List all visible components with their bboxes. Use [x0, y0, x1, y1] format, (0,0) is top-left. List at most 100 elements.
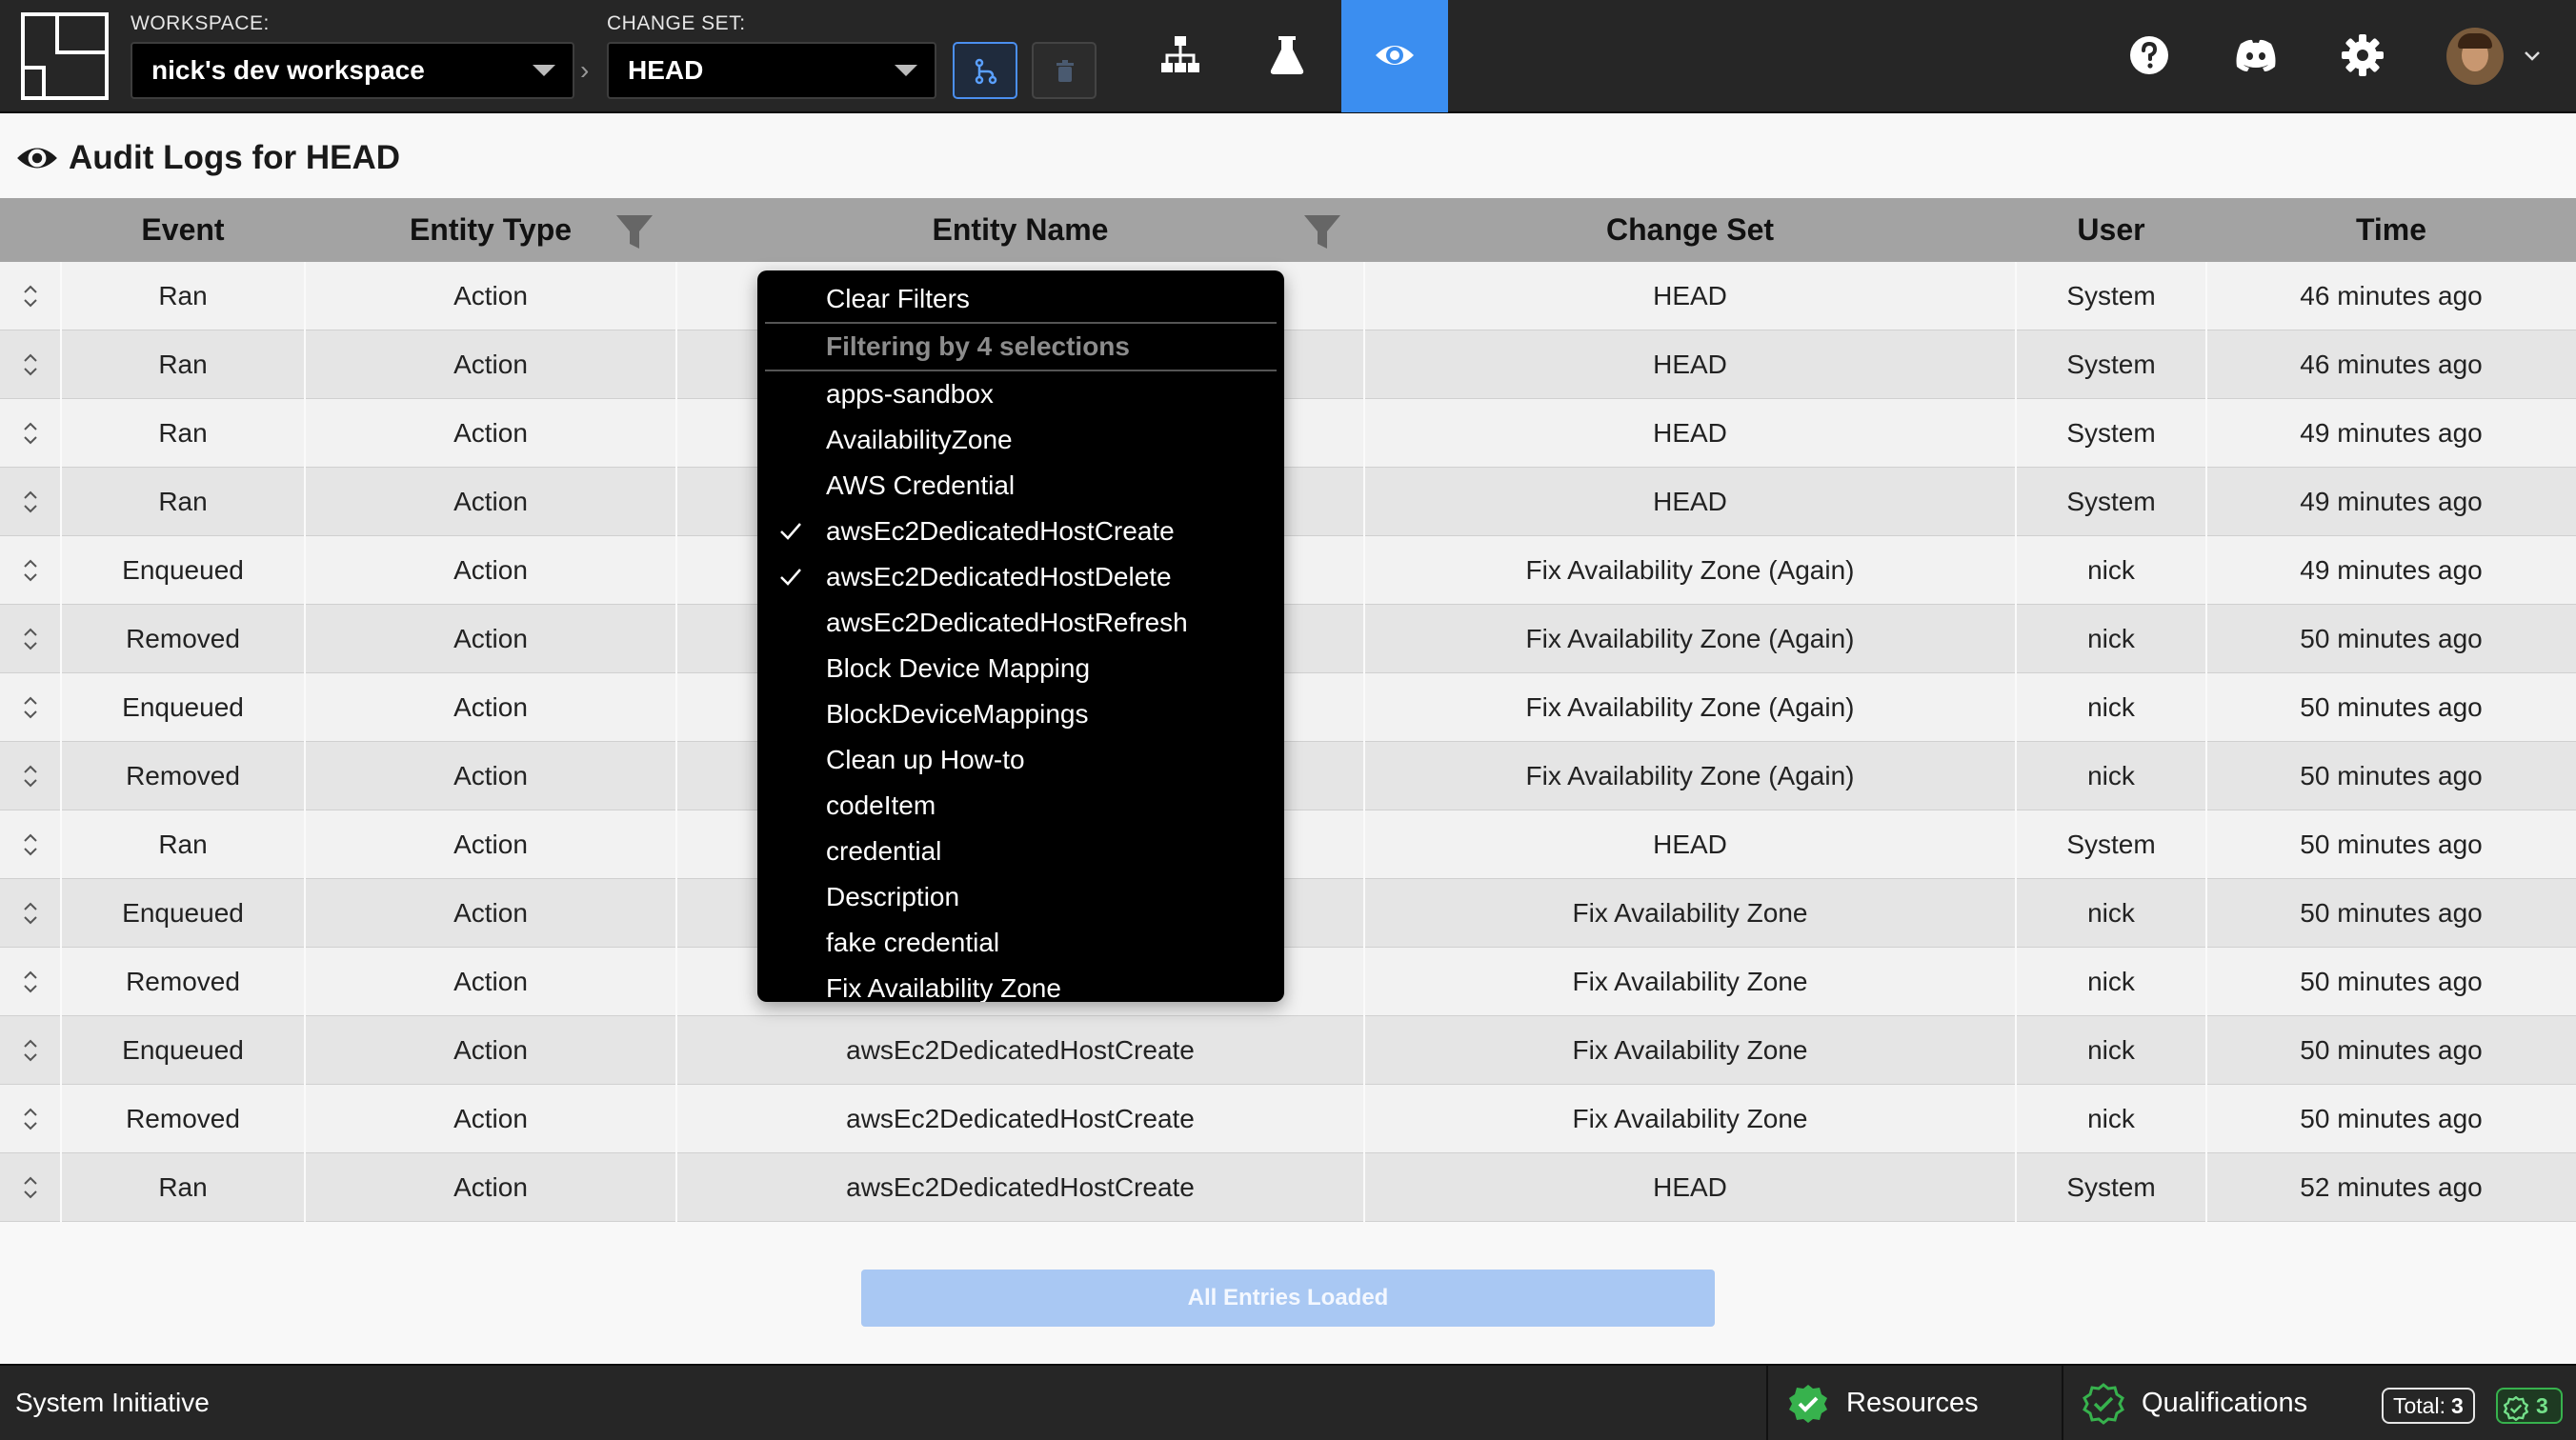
cell-time: 46 minutes ago	[2300, 350, 2483, 379]
cell-event: Enqueued	[122, 555, 244, 585]
cell-user: nick	[2087, 761, 2135, 790]
cell-user: System	[2066, 830, 2156, 859]
cell-entity-type: Action	[453, 624, 528, 653]
table-row[interactable]: Ran Action awsEc2DedicatedHostCreate HEAD Sy…	[0, 1153, 2576, 1222]
table-row[interactable]: Removed Action Fix Availability Zone nick 50…	[0, 948, 2576, 1016]
resources-label: Resources	[1846, 1388, 1979, 1418]
chevron-down-icon[interactable]	[2523, 50, 2542, 63]
column-header-change-set[interactable]: Change Set	[1364, 198, 2016, 262]
diagram-icon	[1161, 36, 1199, 72]
cell-user: System	[2066, 1172, 2156, 1202]
expand-row-icon[interactable]	[19, 1174, 42, 1201]
customize-view-tab[interactable]	[1234, 0, 1340, 112]
filter-option[interactable]: AvailabilityZone	[757, 417, 1284, 463]
filter-option[interactable]: codeItem	[757, 783, 1284, 829]
column-header-user[interactable]: User	[2016, 198, 2206, 262]
table-row[interactable]: Ran Action HEAD System 50 minutes ago	[0, 810, 2576, 879]
filter-option[interactable]: awsEc2DedicatedHostRefresh	[757, 600, 1284, 646]
cell-event: Enqueued	[122, 692, 244, 722]
expand-row-icon[interactable]	[19, 763, 42, 790]
caret-down-icon	[533, 65, 555, 76]
filter-option[interactable]: Clean up How-to	[757, 737, 1284, 783]
filter-option[interactable]: apps-sandbox	[757, 371, 1284, 417]
expand-row-icon[interactable]	[19, 626, 42, 652]
cell-entity-name: awsEc2DedicatedHostCreate	[846, 1035, 1195, 1065]
column-header-time[interactable]: Time	[2206, 198, 2576, 262]
table-row[interactable]: Removed Action awsEc2DedicatedHostCreate Fi…	[0, 1085, 2576, 1153]
expand-row-icon[interactable]	[19, 351, 42, 378]
filter-option[interactable]: Block Device Mapping	[757, 646, 1284, 691]
filter-option[interactable]: Fix Availability Zone	[757, 966, 1284, 1002]
cell-user: nick	[2087, 1104, 2135, 1133]
table-row[interactable]: Enqueued Action Fix Availability Zone (Aga…	[0, 673, 2576, 742]
cell-change-set: Fix Availability Zone	[1572, 1035, 1808, 1065]
expand-row-icon[interactable]	[19, 831, 42, 858]
expand-row-icon[interactable]	[19, 969, 42, 995]
settings-button[interactable]	[2338, 30, 2387, 80]
column-header-event[interactable]: Event	[61, 198, 305, 262]
eye-icon	[17, 148, 57, 169]
filter-option[interactable]: Description	[757, 874, 1284, 920]
discord-button[interactable]	[2231, 30, 2281, 80]
cell-change-set: Fix Availability Zone	[1572, 1104, 1808, 1133]
filter-option[interactable]: credential	[757, 829, 1284, 874]
filter-option-label: Fix Availability Zone	[826, 973, 1061, 1002]
table-row[interactable]: Removed Action Fix Availability Zone (Agai…	[0, 605, 2576, 673]
create-changeset-button[interactable]	[953, 42, 1017, 99]
workspace-select[interactable]: nick's dev workspace	[131, 42, 574, 99]
cell-time: 50 minutes ago	[2300, 830, 2483, 859]
table-row[interactable]: Removed Action Fix Availability Zone (Agai…	[0, 742, 2576, 810]
table-row[interactable]: Enqueued Action Fix Availability Zone nick 5…	[0, 879, 2576, 948]
model-view-tab[interactable]	[1127, 0, 1234, 112]
filter-option-label: BlockDeviceMappings	[826, 699, 1089, 729]
filter-option[interactable]: awsEc2DedicatedHostDelete	[757, 554, 1284, 600]
help-button[interactable]	[2124, 30, 2174, 80]
table-row[interactable]: Ran Action HEAD System 49 minutes ago	[0, 468, 2576, 536]
expand-row-icon[interactable]	[19, 557, 42, 584]
cell-entity-type: Action	[453, 898, 528, 928]
cell-event: Ran	[158, 1172, 208, 1202]
expand-row-icon[interactable]	[19, 420, 42, 447]
avatar[interactable]	[2446, 28, 2504, 85]
expand-row-icon[interactable]	[19, 283, 42, 310]
expand-row-icon[interactable]	[19, 900, 42, 927]
cell-change-set: HEAD	[1653, 418, 1727, 448]
clear-filters-button[interactable]: Clear Filters	[757, 276, 1284, 322]
trash-icon	[1057, 60, 1074, 82]
cell-time: 49 minutes ago	[2300, 487, 2483, 516]
cell-user: System	[2066, 281, 2156, 310]
table-row[interactable]: Enqueued Action awsEc2DedicatedHostCreate F…	[0, 1016, 2576, 1085]
expand-row-icon[interactable]	[19, 1037, 42, 1064]
all-entries-loaded-button[interactable]: All Entries Loaded	[861, 1270, 1715, 1327]
cell-event: Ran	[158, 350, 208, 379]
changeset-label: CHANGE SET:	[607, 12, 746, 34]
filter-option[interactable]: fake credential	[757, 920, 1284, 966]
filter-icon[interactable]	[1302, 212, 1342, 252]
discord-icon	[2236, 39, 2276, 71]
cell-user: System	[2066, 350, 2156, 379]
column-header-entity-name[interactable]: Entity Name	[676, 198, 1364, 262]
eye-icon	[1376, 46, 1414, 65]
expand-row-icon[interactable]	[19, 694, 42, 721]
table-row[interactable]: Ran Action HEAD System 46 minutes ago	[0, 330, 2576, 399]
cell-change-set: Fix Availability Zone (Again)	[1525, 761, 1855, 790]
audit-view-tab[interactable]	[1341, 0, 1448, 112]
table-row[interactable]: Ran Action HEAD System 49 minutes ago	[0, 399, 2576, 468]
cell-user: nick	[2087, 967, 2135, 996]
expand-row-icon[interactable]	[19, 1106, 42, 1132]
logo[interactable]	[21, 12, 109, 100]
table-row[interactable]: Ran Action HEAD System 46 minutes ago	[0, 262, 2576, 330]
filter-option[interactable]: awsEc2DedicatedHostCreate	[757, 509, 1284, 554]
abandon-changeset-button[interactable]	[1032, 42, 1097, 99]
chevron-right-icon: ›	[580, 55, 590, 85]
filter-icon[interactable]	[614, 212, 654, 252]
changeset-select[interactable]: HEAD	[607, 42, 936, 99]
table-row[interactable]: Enqueued Action Fix Availability Zone (Aga…	[0, 536, 2576, 605]
cell-time: 49 minutes ago	[2300, 418, 2483, 448]
filter-summary: Filtering by 4 selections	[826, 331, 1130, 361]
filter-option[interactable]: BlockDeviceMappings	[757, 691, 1284, 737]
expand-row-icon[interactable]	[19, 489, 42, 515]
resources-panel[interactable]: Resources	[1766, 1366, 2062, 1440]
top-bar: WORKSPACE: nick's dev workspace › CHANGE…	[0, 0, 2576, 113]
filter-option[interactable]: AWS Credential	[757, 463, 1284, 509]
